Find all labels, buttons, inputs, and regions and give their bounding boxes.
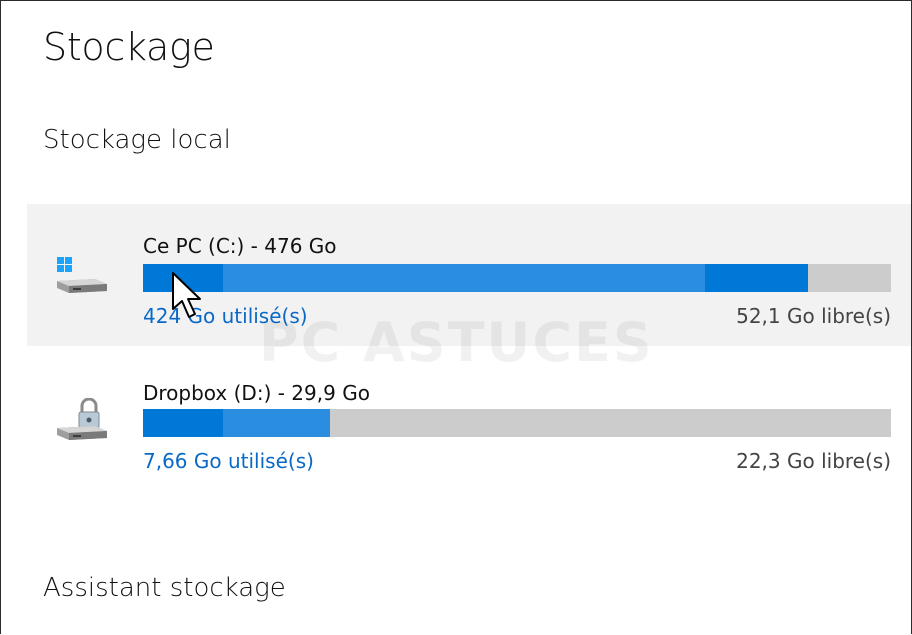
windows-drive-icon	[57, 257, 107, 293]
usage-segment-system	[143, 264, 223, 292]
free-space-label: 22,3 Go libre(s)	[736, 449, 891, 473]
used-space-link[interactable]: 424 Go utilisé(s)	[143, 304, 308, 328]
storage-usage-bar	[143, 264, 891, 292]
drive-name: Ce PC (C:) - 476 Go	[143, 234, 337, 258]
used-space-link[interactable]: 7,66 Go utilisé(s)	[143, 449, 314, 473]
drive-item-c[interactable]: Ce PC (C:) - 476 Go 424 Go utilisé(s) 52…	[27, 204, 911, 346]
free-space-label: 52,1 Go libre(s)	[736, 304, 891, 328]
drive-item-d[interactable]: Dropbox (D:) - 29,9 Go 7,66 Go utilisé(s…	[27, 351, 911, 493]
storage-sense-heading: Assistant stockage	[43, 573, 286, 603]
usage-segment-system	[143, 409, 223, 437]
locked-drive-icon	[57, 398, 107, 440]
drive-name: Dropbox (D:) - 29,9 Go	[143, 381, 370, 405]
storage-settings-window: Stockage Stockage local Ce PC (C:) - 476…	[0, 0, 912, 634]
usage-segment-other	[705, 264, 808, 292]
storage-usage-bar	[143, 409, 891, 437]
usage-segment-apps	[223, 409, 330, 437]
usage-segment-apps	[223, 264, 705, 292]
page-title: Stockage	[43, 25, 215, 69]
local-storage-heading: Stockage local	[43, 125, 231, 155]
